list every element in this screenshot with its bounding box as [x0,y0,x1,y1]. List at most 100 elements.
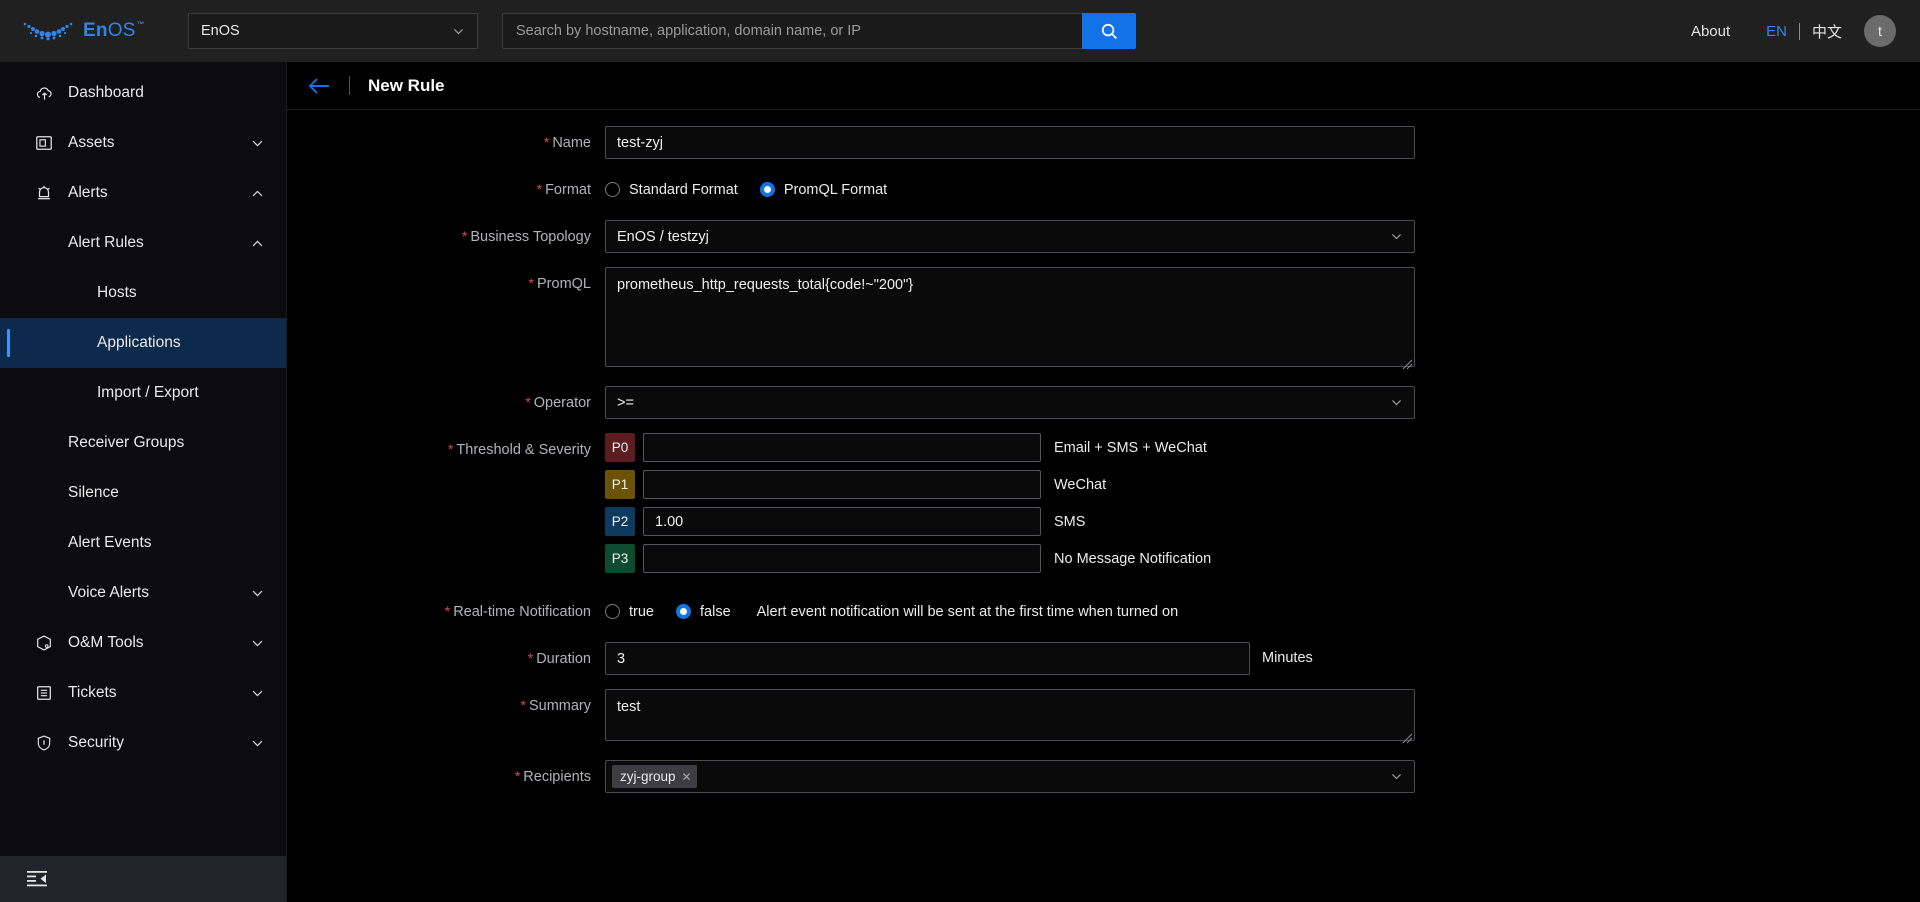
sidebar-item-label: Tickets [68,684,117,701]
threshold-input-p3[interactable] [643,544,1041,573]
label-operator-text: Operator [533,395,591,411]
back-button[interactable] [307,77,331,95]
brand-wordmark: En OS ™ [83,20,145,42]
required-mark: * [514,768,521,784]
sidebar-item-voice-alerts[interactable]: Voice Alerts [0,568,286,618]
search-icon [1101,23,1117,39]
brand-text-light: OS [107,20,136,41]
sidebar-item-o-m-tools[interactable]: O&M Tools [0,618,286,668]
required-mark: * [536,181,543,197]
realtime-hint-text: Alert event notification will be sent at… [756,603,1179,620]
label-business-topology: * Business Topology [287,220,605,246]
about-link[interactable]: About [1691,23,1730,40]
sidebar-item-label: O&M Tools [68,634,144,651]
promql-textarea-wrap [605,267,1415,372]
chevron-up-icon [252,240,263,246]
sidebar-item-label: Voice Alerts [68,584,149,601]
sidebar-item-import-export[interactable]: Import / Export [0,368,286,418]
severity-note-p0: Email + SMS + WeChat [1054,439,1207,456]
sidebar-item-receiver-groups[interactable]: Receiver Groups [0,418,286,468]
alerts-bell-icon [34,183,54,203]
search-input[interactable] [502,13,1082,49]
duration-input[interactable] [605,642,1250,675]
sidebar-item-applications[interactable]: Applications [0,318,286,368]
chevron-down-icon [252,140,263,146]
main-content: New Rule *Name *Format [287,62,1920,902]
sidebar-item-security[interactable]: Security [0,718,286,768]
app-selector-dropdown[interactable]: EnOS [188,13,478,49]
operator-select[interactable]: >= [605,386,1415,419]
sidebar-item-alerts[interactable]: Alerts [0,168,286,218]
sidebar-item-label: Dashboard [68,84,144,101]
sidebar-item-alert-rules[interactable]: Alert Rules [0,218,286,268]
sidebar-item-alert-events[interactable]: Alert Events [0,518,286,568]
dashboard-cloud-icon [36,86,52,100]
recipients-select[interactable]: zyj-group ✕ [605,760,1415,793]
sidebar-item-label: Alerts [68,184,108,201]
sidebar-item-tickets[interactable]: Tickets [0,668,286,718]
shield-icon [34,733,54,753]
close-icon[interactable]: ✕ [682,770,692,784]
sidebar-item-dashboard[interactable]: Dashboard [0,68,286,118]
top-header-bar: EnOS™ EnOS About EN 中文 t [0,0,1920,62]
label-name: * Name [287,126,605,152]
avatar[interactable]: t [1864,15,1896,47]
label-threshold-severity-text: Threshold & Severity [456,442,591,458]
radio-circle-selected-icon [676,604,691,619]
sidebar-item-label: Applications [97,334,181,351]
required-mark: * [528,275,534,291]
summary-textarea[interactable] [605,689,1415,741]
radio-promql-format[interactable]: PromQL Format [759,182,887,198]
label-realtime-notification-text: Real-time Notification [453,604,591,620]
tickets-icon [34,683,54,703]
sidebar-item-label: Silence [68,484,119,501]
sidebar-item-label: Security [68,734,124,751]
sidebar-footer [0,856,286,902]
radio-realtime-false-label: false [700,603,731,620]
sidebar-item-hosts[interactable]: Hosts [0,268,286,318]
operator-value: >= [617,394,634,411]
name-input[interactable] [605,126,1415,159]
summary-textarea-wrap [605,689,1415,746]
lang-zh-button[interactable]: 中文 [1812,21,1842,42]
header-right-actions: About EN 中文 t [1691,15,1896,47]
form-row-name: * Name [287,126,1920,159]
form-row-duration: *Duration Minutes [287,642,1920,675]
chevron-down-icon [252,640,263,646]
severity-badge-p0: P0 [605,433,635,462]
label-recipients-text: Recipients [523,769,591,785]
menu-fold-icon[interactable] [27,870,47,888]
new-rule-form: *Name *Format Standard Format [287,110,1920,902]
chevron-up-icon [252,190,263,196]
threshold-input-p2[interactable] [643,507,1041,536]
brand-logo-area[interactable]: En OS ™ [22,20,168,42]
severity-row-p1: P1 WeChat [605,470,1211,499]
radio-standard-format[interactable]: Standard Format [605,182,738,198]
business-topology-select[interactable]: EnOS / testzyj [605,220,1415,253]
threshold-input-p0[interactable] [643,433,1041,462]
severity-list: P0 Email + SMS + WeChat P1 WeChat P2 SMS P3 No … [605,433,1211,581]
required-mark: * [525,394,531,410]
required-mark: * [447,441,454,457]
threshold-input-p1[interactable] [643,470,1041,499]
lang-en-button[interactable]: EN [1766,23,1787,40]
form-row-realtime-notification: * Real-time Notification true false Alert… [287,595,1920,628]
radio-realtime-false[interactable]: false [676,604,731,620]
form-row-promql: * PromQL [287,267,1920,372]
label-summary-text: Summary [528,698,591,714]
severity-row-p2: P2 SMS [605,507,1211,536]
assets-icon [36,136,52,150]
form-row-operator: * Operator >= [287,386,1920,419]
label-duration: * Duration [287,642,605,668]
sidebar-item-assets[interactable]: Assets [0,118,286,168]
required-mark: * [543,134,550,150]
promql-textarea[interactable] [605,267,1415,367]
chevron-down-icon [1392,400,1401,406]
sidebar-item-silence[interactable]: Silence [0,468,286,518]
app-selector-value: EnOS [201,23,240,39]
severity-row-p0: P0 Email + SMS + WeChat [605,433,1211,462]
label-format-text: Format [545,182,591,198]
duration-unit-label: Minutes [1262,650,1313,666]
radio-realtime-true[interactable]: true [605,604,654,620]
search-submit-button[interactable] [1082,13,1136,49]
